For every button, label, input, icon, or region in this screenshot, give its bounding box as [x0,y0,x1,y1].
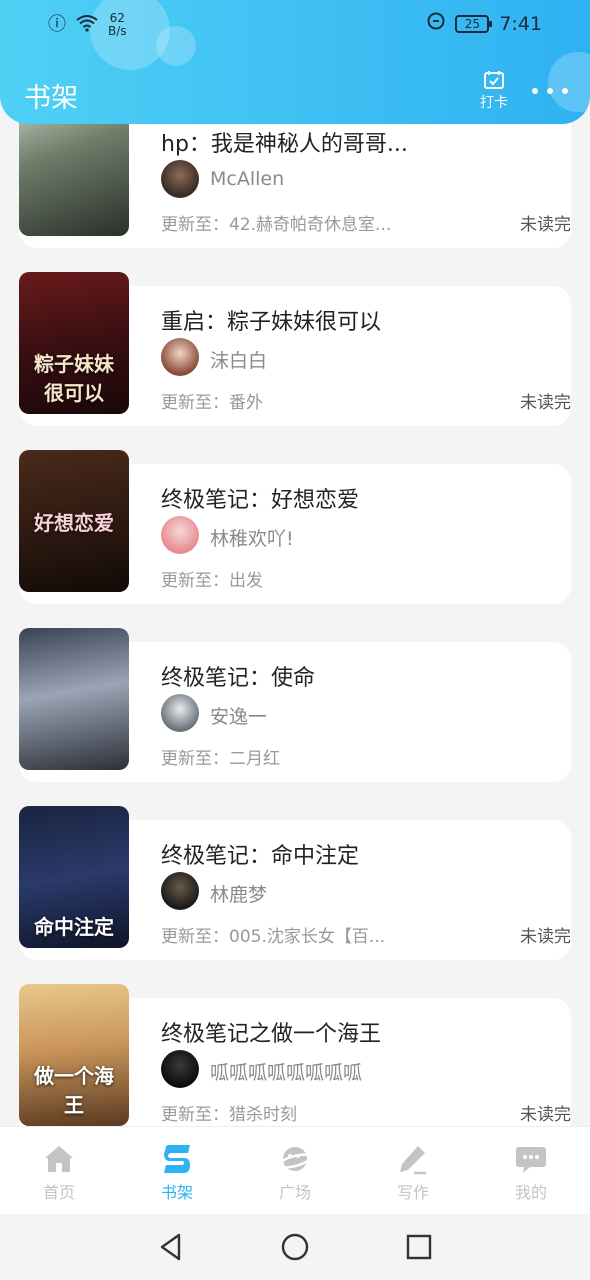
more-dot-icon [562,88,568,94]
battery-icon: 25 [455,14,493,33]
update-info: 更新至：005.沈家长女【百... [161,927,386,947]
book-cover[interactable]: 粽子妹妹 很可以 [19,272,129,414]
author-name: 林稚欢吖! [210,528,294,550]
book-title[interactable]: 终极笔记之做一个海王 [161,1016,381,1048]
update-info: 更新至：出发 [161,571,263,591]
net-speed: 62 B/s [108,11,127,38]
read-status: 未读完 [520,393,571,413]
bookshelf-icon [164,1145,190,1173]
book-cover[interactable]: 命中注定 [19,806,129,948]
recents-square-icon[interactable] [405,1233,433,1261]
author-name: 安逸一 [210,706,268,728]
more-button[interactable] [532,84,568,98]
author-avatar [161,338,199,376]
clock: 7:41 [499,12,542,35]
author-avatar [161,516,199,554]
book-title[interactable]: hp：我是神秘人的哥哥... [161,126,408,158]
author-name: 沫白白 [210,350,268,372]
read-status: 未读完 [520,1105,571,1125]
book-cover[interactable]: 做一个海王 [19,984,129,1126]
tab-write[interactable]: 写作 [354,1127,472,1214]
author-avatar [161,1050,199,1088]
update-info: 更新至：二月红 [161,749,280,769]
wifi-icon [76,14,98,37]
tab-square[interactable]: 广场 [236,1127,354,1214]
author-avatar [161,872,199,910]
chat-bubble-icon [516,1147,546,1173]
bookshelf-list[interactable]: hp：我是神秘人的哥哥... McAllen 更新至：42.赫奇帕奇休息室...… [0,0,590,1126]
checkin-button[interactable]: 打卡 [474,70,514,112]
author-name: 呱呱呱呱呱呱呱呱 [210,1062,363,1084]
book-title[interactable]: 终极笔记：命中注定 [161,838,359,870]
tab-me[interactable]: 我的 [472,1127,590,1214]
read-status: 未读完 [520,215,571,235]
pen-icon [400,1146,426,1175]
bottom-tab-bar: 首页 书架 广场 写作 我的 [0,1126,590,1214]
author-avatar [161,160,199,198]
update-info: 更新至：42.赫奇帕奇休息室... [161,215,392,235]
home-icon [45,1146,73,1172]
do-not-disturb-icon [427,12,445,35]
book-title[interactable]: 终极笔记：好想恋爱 [161,482,359,514]
home-circle-icon[interactable] [280,1232,310,1262]
update-info: 更新至：番外 [161,393,263,413]
tab-bookshelf[interactable]: 书架 [118,1127,236,1214]
planet-icon [278,1147,312,1171]
alert-icon: ⓘ [48,14,66,35]
author-avatar [161,694,199,732]
status-bar: ⓘ 62 B/s 25 7:41 [0,8,590,40]
more-dot-icon [547,88,553,94]
author-name: McAllen [210,168,285,190]
back-icon[interactable] [157,1232,185,1262]
book-cover[interactable]: 好想恋爱 [19,450,129,592]
author-name: 林鹿梦 [210,884,268,906]
more-dot-icon [532,88,538,94]
book-title[interactable]: 终极笔记：使命 [161,660,315,692]
book-title[interactable]: 重启：粽子妹妹很可以 [161,304,381,336]
read-status: 未读完 [520,927,571,947]
calendar-check-icon [484,71,504,89]
app-header: ⓘ 62 B/s 25 7:41 书架 打卡 [0,0,590,124]
tab-home[interactable]: 首页 [0,1127,118,1214]
page-title: 书架 [24,83,78,114]
book-cover[interactable] [19,628,129,770]
system-nav-bar [0,1214,590,1280]
update-info: 更新至：猎杀时刻 [161,1105,297,1125]
